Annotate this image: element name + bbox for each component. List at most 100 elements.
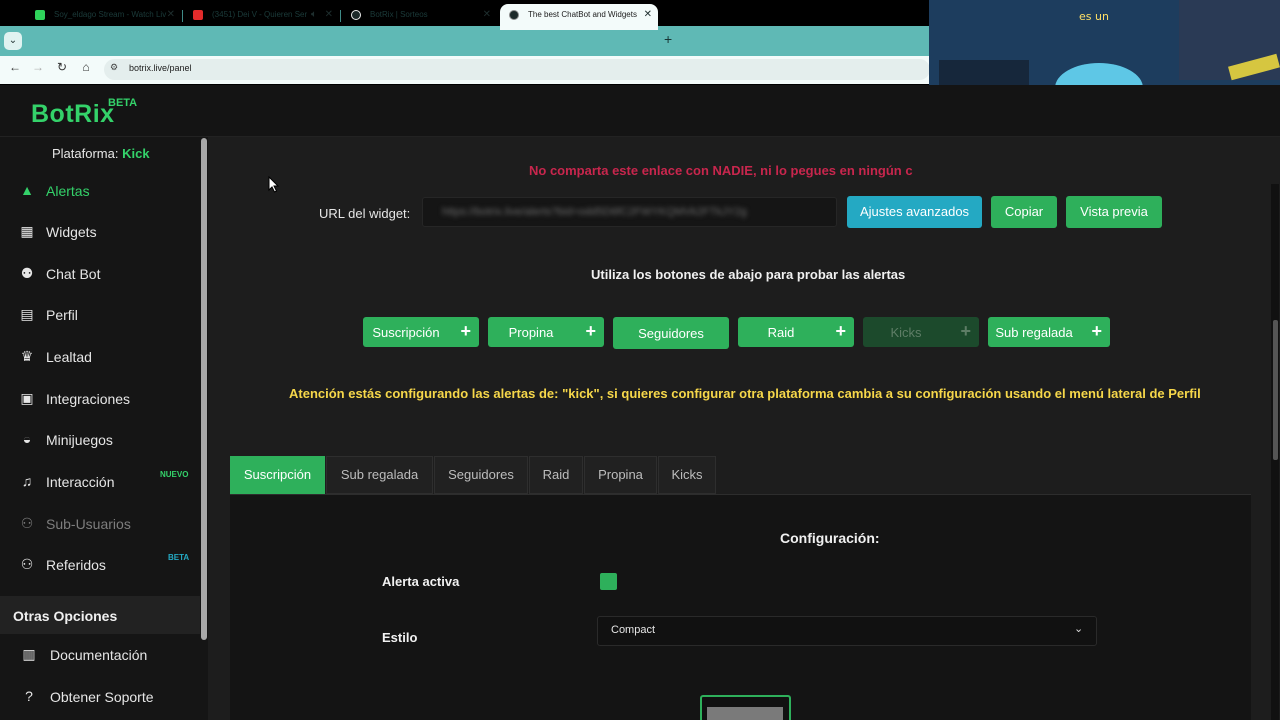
plus-icon: + [1091,321,1102,341]
style-select[interactable] [597,616,1097,646]
plus-icon: + [585,321,596,341]
sidebar-item-label: Obtener Soporte [50,689,154,705]
alert-active-label: Alerta activa [382,574,460,589]
preview-button[interactable]: Vista previa [1066,196,1162,228]
sidebar-item-label: Interacción [46,474,115,490]
logo[interactable]: BotRix [31,100,115,129]
close-icon[interactable]: ✕ [325,4,333,26]
close-icon[interactable]: ✕ [644,4,652,26]
tab-search-button[interactable]: ⌄ [4,32,22,50]
browser-tab-strip [0,26,930,56]
sidebar-item-label: Lealtad [46,349,92,365]
browser-tab-title: The best ChatBot and Widgets [528,10,637,19]
button-label: Propina [508,325,554,340]
kick-icon [35,10,45,20]
copy-button[interactable]: Copiar [991,196,1057,228]
browser-tab-title: Soy_eldago Stream - Watch Liv [54,10,167,19]
test-tip-button[interactable]: Propina + [488,317,604,347]
id-card-icon: ▤ [20,306,34,322]
tab-kicks[interactable]: Kicks [658,456,716,494]
forward-icon[interactable]: → [29,60,47,74]
platform-indicator: Plataforma: Kick [52,146,150,161]
sidebar-item-soporte[interactable]: ? Obtener Soporte [0,678,200,718]
site-info-icon[interactable]: ⚙ [110,62,118,73]
app-header [0,85,1280,137]
robot-icon: ⚉ [20,265,34,281]
music-icon: ♫ [21,473,33,489]
sidebar-item-integraciones[interactable]: ▣ Integraciones [0,380,200,420]
sidebar-item-lealtad[interactable]: ♛ Lealtad [0,338,200,378]
trophy-icon: ♛ [20,348,34,364]
reload-icon[interactable]: ↻ [53,60,71,74]
tab-suscripcion[interactable]: Suscripción [230,456,325,494]
test-followers-button[interactable]: Seguidores [613,317,729,349]
sidebar-item-label: Perfil [46,307,78,323]
users-icon: ⚇ [20,515,34,531]
address-bar-url: botrix.live/panel [129,63,192,73]
widget-url-label: URL del widget: [319,206,411,221]
sidebar-item-label: Chat Bot [46,266,101,282]
browser-tab-title: BotRix | Sorteos [370,10,428,19]
sidebar-item-widgets[interactable]: ▦ Widgets [0,213,200,253]
tab-raid[interactable]: Raid [529,456,583,494]
plus-icon: + [835,321,846,341]
plus-icon: + [960,321,971,341]
sidebar-section-title: Otras Opciones [13,608,118,624]
home-icon[interactable]: ⌂ [77,60,95,74]
browser-tab-1[interactable]: Soy_eldago Stream - Watch Liv ✕ [26,4,181,30]
tab-propina[interactable]: Propina [584,456,657,494]
browser-tab-4[interactable]: The best ChatBot and Widgets ✕ [500,4,658,30]
botrix-icon [509,10,519,20]
chevron-down-icon: ⌄ [1074,623,1084,635]
sidebar-item-interaccion[interactable]: ♫ Interacción NUEVO [0,463,200,503]
test-gifted-sub-button[interactable]: Sub regalada + [988,317,1110,347]
speaker-icon[interactable]: 🔈︎ [311,4,317,26]
button-label: Suscripción [372,325,440,340]
style-label: Estilo [382,630,418,645]
new-tab-button[interactable]: + [664,31,672,47]
share-warning: No comparta este enlace con NADIE, ni lo… [529,163,913,178]
logo-beta-badge: BETA [108,97,138,109]
sidebar-scrollbar[interactable] [201,138,207,640]
sidebar-item-label: Documentación [50,647,148,663]
sidebar-item-chat-bot[interactable]: ⚉ Chat Bot [0,255,200,295]
browser-tab-title: (3451) Dei V - Quieren Ser [212,10,308,19]
back-icon[interactable]: ← [6,60,24,74]
mouse-cursor-icon [268,176,280,193]
sidebar-item-label: Referidos [46,557,106,573]
sidebar-item-label: Alertas [46,183,90,199]
browser-tab-2[interactable]: (3451) Dei V - Quieren Ser 🔈︎ ✕ [184,4,339,30]
test-subscription-button[interactable]: Suscripción + [363,317,479,347]
svg-text:es un: es un [1079,10,1109,23]
warning-icon: ▲ [20,182,34,198]
button-label: Raid [767,325,795,340]
test-raid-button[interactable]: Raid + [738,317,854,347]
alert-active-checkbox[interactable] [600,573,617,590]
main-scrollbar-thumb[interactable] [1273,320,1278,460]
config-panel [230,494,1251,720]
advanced-settings-button[interactable]: Ajustes avanzados [847,196,982,228]
sidebar-item-sub-usuarios[interactable]: ⚇ Sub-Usuarios [0,505,200,545]
grid-icon: ▦ [20,223,34,239]
browser-tab-3[interactable]: BotRix | Sorteos ✕ [342,4,497,30]
config-title: Configuración: [780,530,880,546]
test-kicks-button[interactable]: Kicks + [863,317,979,347]
tab-sub-regalada[interactable]: Sub regalada [326,456,433,494]
plus-icon: + [460,321,471,341]
gamepad-icon: ◒ [22,431,32,447]
sidebar-item-perfil[interactable]: ▤ Perfil [0,296,200,336]
alert-preview-image [707,707,783,720]
tab-divider [340,10,341,22]
sidebar-item-label: Widgets [46,224,97,240]
address-bar[interactable] [104,59,930,80]
sidebar-item-minijuegos[interactable]: ◒ Minijuegos [0,421,200,461]
tab-divider [182,10,183,22]
platform-value: Kick [122,146,150,161]
tab-seguidores[interactable]: Seguidores [434,456,528,494]
close-icon[interactable]: ✕ [483,4,491,26]
sidebar-item-referidos[interactable]: ⚇ Referidos BETA [0,546,200,586]
close-icon[interactable]: ✕ [167,4,175,26]
sidebar-item-documentacion[interactable]: ▥ Documentación [0,636,200,676]
platform-attention-notice: Atención estás configurando las alertas … [289,386,1201,401]
sidebar-item-alertas[interactable]: ▲ Alertas [0,172,200,212]
